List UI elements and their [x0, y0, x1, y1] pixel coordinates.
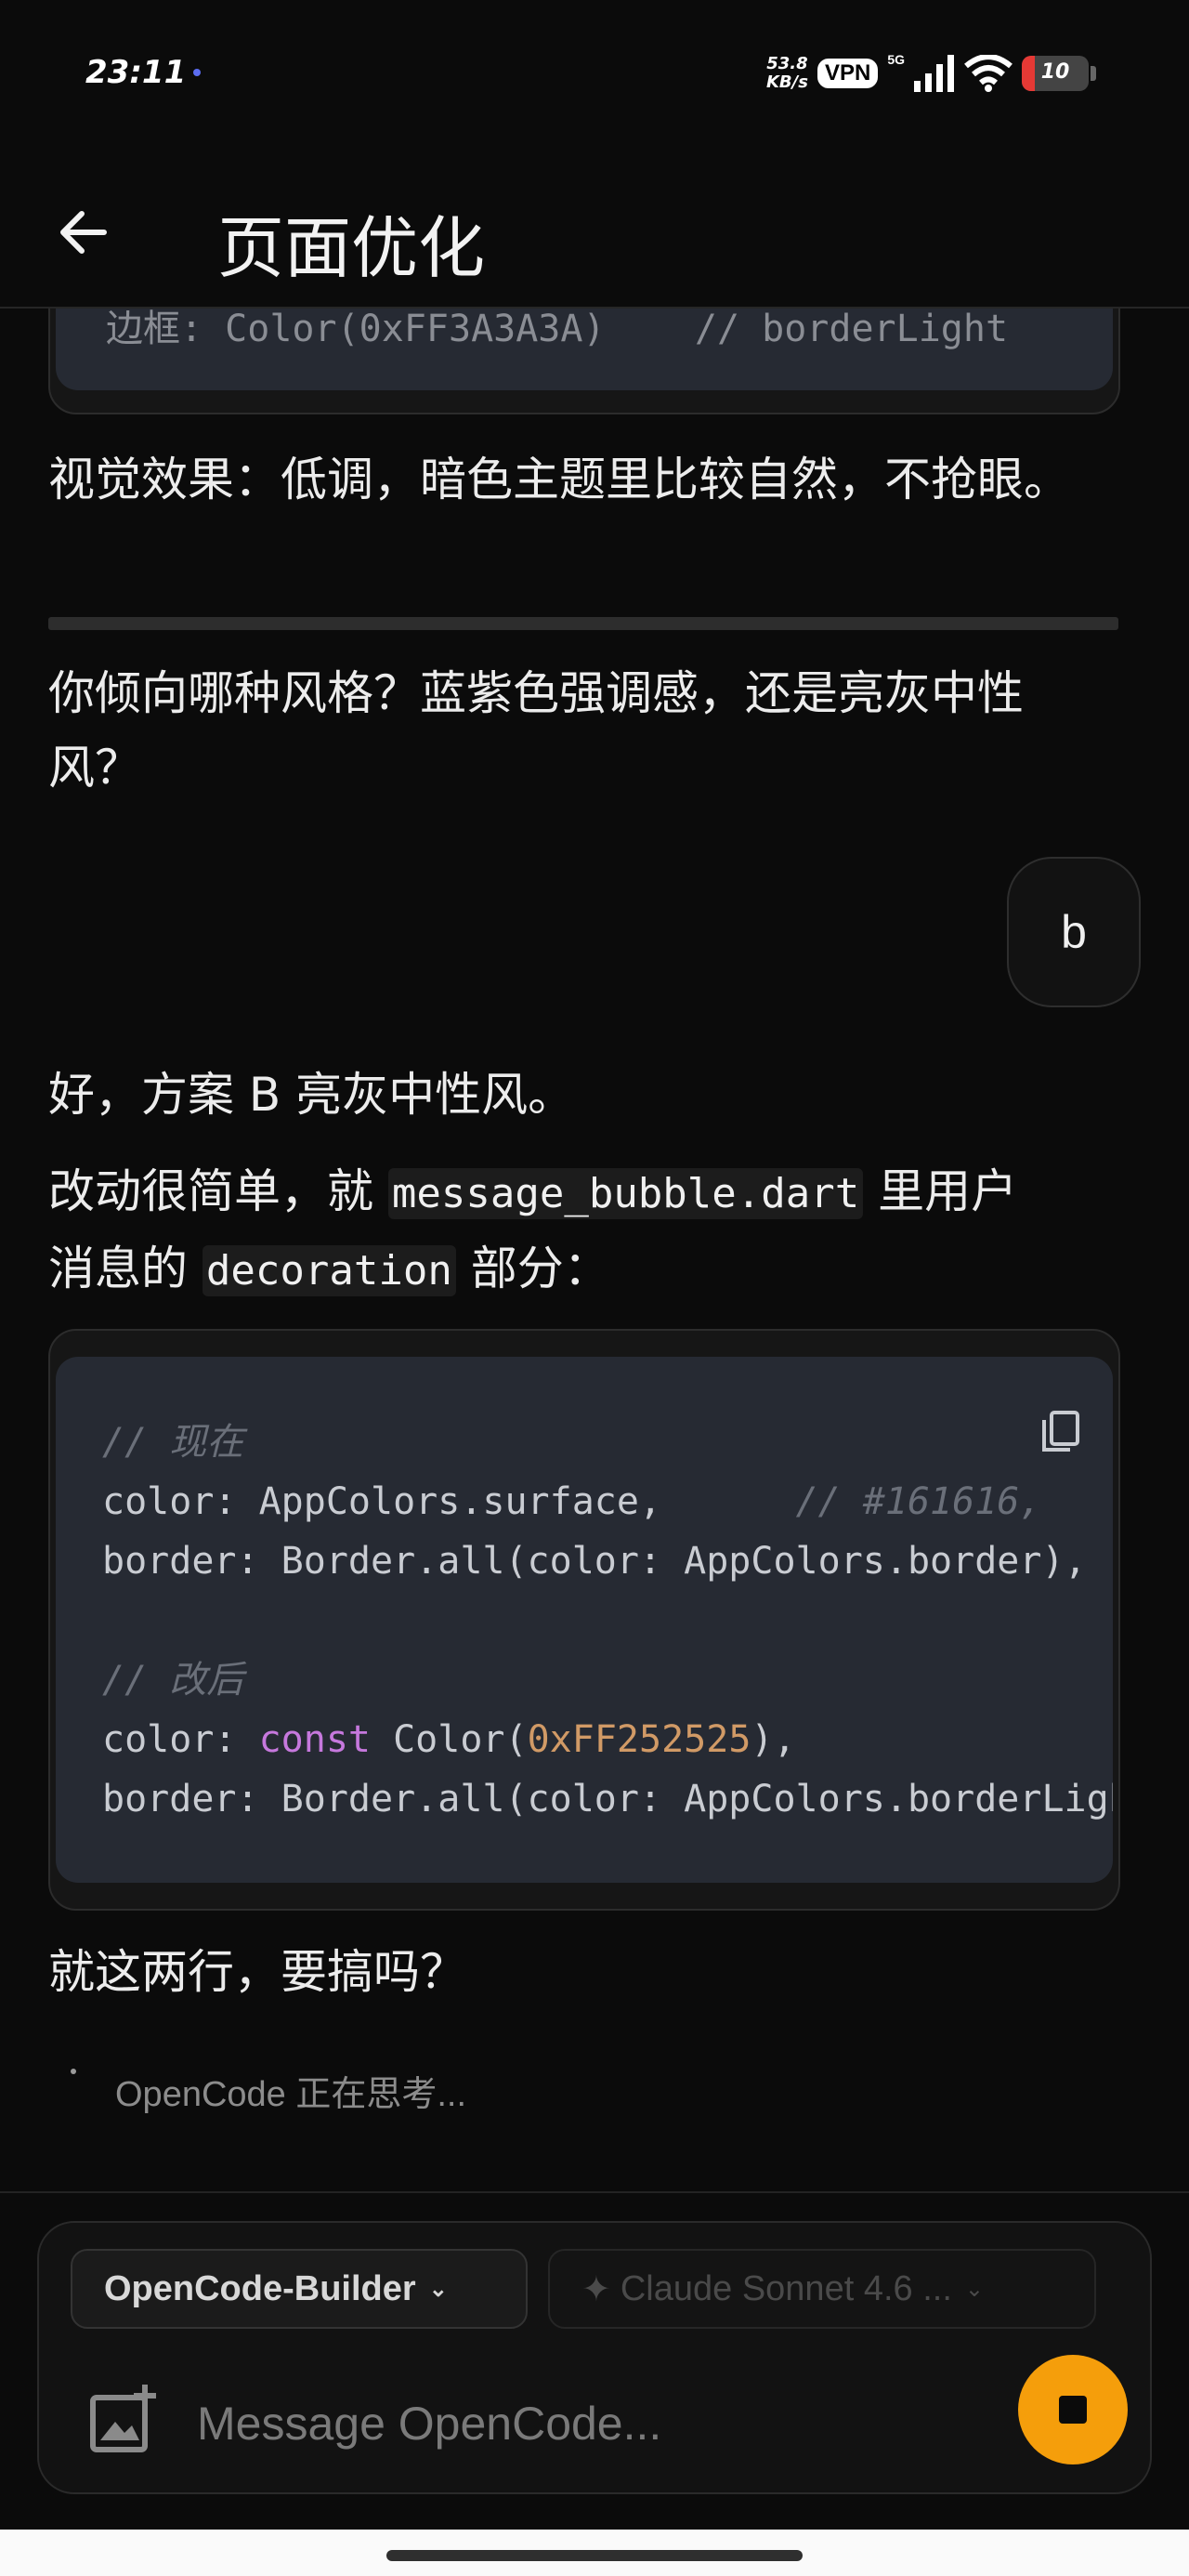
assistant-ack: 好，方案 B 亮灰中性风。	[48, 1068, 575, 1122]
copy-icon	[1042, 1411, 1079, 1452]
code-block: // 现在 color: AppColors.surface, // #1616…	[48, 1329, 1120, 1911]
chevron-down-icon: ⌄	[428, 2276, 448, 2302]
chat-messages[interactable]: 边框: Color(0xFF3A3A3A) // borderLight 视觉效…	[0, 307, 1189, 2193]
status-bar: 23:11 53.8 KB/s VPN 5G 10	[0, 0, 1189, 139]
stop-button[interactable]	[1018, 2355, 1128, 2464]
status-time: 23:11	[85, 54, 187, 91]
notification-dot-icon	[193, 69, 201, 76]
arrow-back-icon	[60, 211, 107, 254]
copy-code-button[interactable]	[1033, 1401, 1089, 1457]
user-message-bubble: b	[1007, 857, 1141, 1007]
home-gesture-handle[interactable]	[386, 2550, 803, 2561]
inline-code: message_bubble.dart	[387, 1168, 864, 1219]
add-image-icon	[90, 2385, 156, 2452]
thinking-spinner-icon	[71, 2069, 76, 2074]
wifi-icon	[964, 55, 1013, 92]
signal-icon	[914, 55, 954, 92]
code-block-previous: 边框: Color(0xFF3A3A3A) // borderLight	[48, 307, 1120, 414]
divider	[0, 2191, 1189, 2193]
vpn-badge: VPN	[817, 59, 879, 88]
back-button[interactable]	[46, 195, 121, 269]
code-line: 边框: Color(0xFF3A3A3A) // borderLight	[106, 308, 1009, 350]
message-input[interactable]	[197, 2386, 847, 2461]
network-type: 5G	[887, 52, 905, 67]
sparkle-icon: ✦	[581, 2269, 611, 2309]
page-title: 页面优化	[217, 209, 486, 287]
agent-selector[interactable]: OpenCode-Builder ⌄	[71, 2249, 528, 2329]
assistant-closing: 就这两行，要搞吗？	[48, 1945, 466, 1999]
battery-icon: 10	[1022, 56, 1089, 91]
message-composer: OpenCode-Builder ⌄ ✦ Claude Sonnet 4.6 .…	[37, 2221, 1152, 2494]
assistant-text-effect: 视觉效果：低调，暗色主题里比较自然，不抢眼。	[48, 453, 1070, 506]
assistant-explain: 改动很简单，就 message_bubble.dart 里用户 消息的 deco…	[48, 1164, 1018, 1296]
assistant-question: 你倾向哪种风格？蓝紫色强调感，还是亮灰中性 风？	[48, 666, 1024, 795]
system-nav-bar	[0, 2530, 1189, 2576]
model-selector[interactable]: ✦ Claude Sonnet 4.6 ... ⌄	[548, 2249, 1096, 2329]
inline-code: decoration	[202, 1245, 456, 1296]
code-content[interactable]: // 现在 color: AppColors.surface, // #1616…	[102, 1413, 1113, 1829]
network-speed: 53.8 KB/s	[765, 54, 808, 92]
stop-icon	[1059, 2396, 1087, 2424]
battery-level: 10	[1040, 60, 1070, 84]
chevron-down-icon: ⌄	[964, 2276, 984, 2302]
horizontal-rule	[48, 617, 1118, 630]
app-bar: 页面优化	[0, 139, 1189, 309]
thinking-status: OpenCode 正在思考...	[115, 2075, 467, 2114]
attach-image-button[interactable]	[87, 2383, 162, 2457]
status-indicators: 53.8 KB/s VPN 5G 10	[766, 48, 1096, 99]
